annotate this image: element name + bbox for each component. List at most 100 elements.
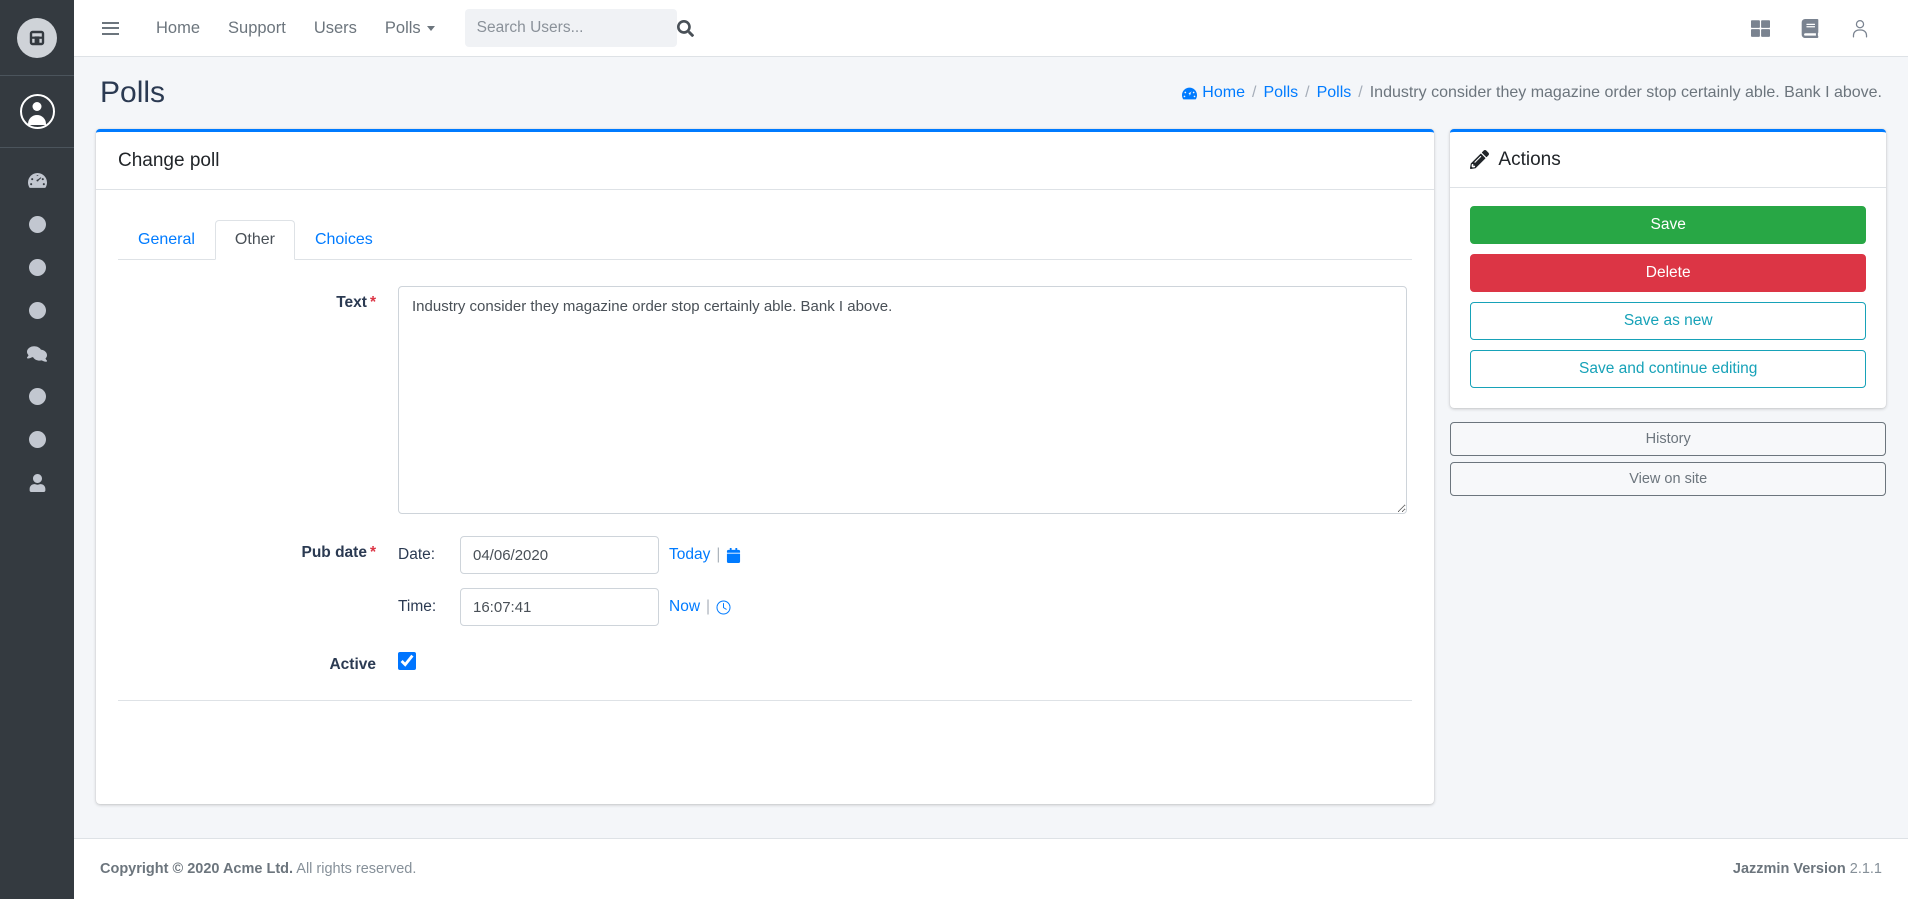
clock-icon[interactable] — [716, 599, 731, 615]
date-shortcuts: Today | — [669, 546, 741, 564]
time-row: Time: Now | — [398, 588, 741, 626]
history-button[interactable]: History — [1450, 422, 1886, 456]
calendar-icon[interactable] — [726, 547, 741, 563]
circle-icon — [28, 216, 46, 233]
search-icon — [676, 19, 694, 37]
footer-version-number: 2.1.1 — [1849, 861, 1882, 877]
save-button[interactable]: Save — [1470, 206, 1866, 244]
breadcrumb-home-link[interactable]: Home — [1182, 84, 1245, 102]
label-text: Text * — [118, 286, 398, 312]
page-footer: Copyright © 2020 Acme Ltd. All rights re… — [74, 838, 1908, 899]
sidebar-item-dashboard[interactable] — [0, 160, 74, 203]
logo-glyph — [29, 30, 45, 45]
avatar-head — [32, 102, 42, 111]
label-active: Active — [329, 656, 376, 673]
field-row-pub-date: Pub date* Date: Today | — [118, 536, 1412, 626]
search-input[interactable] — [476, 19, 677, 37]
user-circle-icon — [19, 94, 55, 129]
search-box[interactable] — [464, 9, 694, 47]
nav-link-polls-label: Polls — [384, 18, 421, 37]
circle-icon — [28, 259, 46, 276]
sidebar-user-panel[interactable] — [0, 76, 74, 148]
pub-time-input[interactable] — [460, 588, 659, 626]
breadcrumb-current-object: Industry consider they magazine order st… — [1369, 84, 1882, 101]
user-outline-icon[interactable] — [1838, 8, 1882, 48]
nav-link-polls[interactable]: Polls — [371, 11, 449, 46]
time-shortcuts: Now | — [669, 598, 731, 616]
footer-copyright-rest: All rights reserved. — [296, 861, 417, 877]
tab-choices[interactable]: Choices — [295, 220, 393, 260]
sidebar-item-2[interactable] — [0, 246, 74, 289]
tachometer-icon — [1182, 87, 1198, 99]
secondary-actions: History View on site — [1450, 422, 1886, 496]
today-link[interactable]: Today — [669, 546, 710, 564]
actions-title: Actions — [1498, 148, 1561, 170]
breadcrumb: Home / Polls / Polls / Industry consider… — [1182, 84, 1882, 102]
sidebar-item-1[interactable] — [0, 203, 74, 246]
tab-general[interactable]: General — [118, 220, 215, 260]
comments-icon — [27, 345, 47, 362]
circle-icon — [28, 388, 46, 405]
sidebar-item-messages[interactable] — [0, 332, 74, 375]
circle-icon — [28, 431, 46, 448]
footer-copyright: Copyright © 2020 Acme Ltd. All rights re… — [100, 861, 416, 877]
delete-button[interactable]: Delete — [1470, 254, 1866, 292]
active-checkbox[interactable] — [398, 652, 416, 670]
label-pub-date-value: Pub date — [301, 544, 367, 561]
breadcrumb-separator: / — [1305, 84, 1310, 101]
save-and-continue-button[interactable]: Save and continue editing — [1470, 350, 1866, 388]
sidebar-item-5[interactable] — [0, 418, 74, 461]
th-large-apps-icon[interactable] — [1738, 8, 1782, 48]
sidebar-nav — [0, 160, 74, 504]
nav-link-support[interactable]: Support — [214, 11, 300, 46]
sidebar-item-3[interactable] — [0, 289, 74, 332]
book-glyph-icon — [1801, 18, 1819, 38]
date-row: Date: Today | — [398, 536, 741, 574]
breadcrumb-home-label: Home — [1202, 84, 1245, 101]
main-content: Change poll General Other Choices Text * … — [74, 129, 1908, 809]
save-as-new-button[interactable]: Save as new — [1470, 302, 1866, 340]
pub-date-input[interactable] — [460, 536, 659, 574]
text-textarea[interactable] — [398, 286, 1407, 514]
side-column: Actions Save Delete Save as new Save and… — [1450, 129, 1886, 809]
breadcrumb-item-polls-model[interactable]: Polls — [1317, 84, 1352, 102]
label-text-value: Text — [336, 294, 367, 311]
form-tabs: General Other Choices — [118, 220, 1413, 260]
now-link[interactable]: Now — [669, 598, 700, 616]
nav-link-users[interactable]: Users — [300, 11, 371, 46]
change-poll-card: Change poll General Other Choices Text * … — [96, 129, 1435, 804]
time-label: Time: — [398, 598, 437, 615]
breadcrumb-separator: / — [1358, 84, 1363, 101]
page-title: Polls — [100, 76, 166, 109]
breadcrumb-item-polls-app[interactable]: Polls — [1263, 84, 1298, 102]
navbar-right-icons — [1738, 8, 1890, 48]
tachometer-dashboard-icon — [27, 173, 47, 188]
footer-version-label: Jazzmin Version — [1732, 861, 1846, 877]
content-header: Polls Home / Polls / Polls / Industry co… — [74, 57, 1908, 129]
label-pub-date: Pub date * — [118, 536, 398, 562]
field-row-text: Text * — [118, 286, 1412, 514]
sidebar-item-4[interactable] — [0, 375, 74, 418]
required-marker: * — [369, 544, 376, 561]
brand-logo-area[interactable] — [0, 0, 74, 76]
form-divider — [118, 700, 1413, 701]
link-divider: | — [716, 546, 721, 563]
nav-link-home[interactable]: Home — [142, 11, 214, 46]
footer-copyright-bold: Copyright © 2020 Acme Ltd. — [100, 861, 294, 877]
card-title: Change poll — [118, 149, 220, 171]
search-submit-button[interactable] — [676, 19, 694, 37]
book-icon[interactable] — [1788, 8, 1832, 48]
user-icon — [29, 473, 45, 492]
tab-other[interactable]: Other — [214, 220, 295, 260]
datetime-block: Date: Today | T — [398, 536, 741, 626]
clock-glyph-icon — [716, 599, 731, 615]
avatar-body — [28, 115, 46, 125]
breadcrumb-separator: / — [1251, 84, 1257, 101]
footer-version: Jazzmin Version 2.1.1 — [1733, 861, 1882, 877]
actions-card: Actions Save Delete Save as new Save and… — [1450, 129, 1886, 408]
actions-body: Save Delete Save as new Save and continu… — [1450, 188, 1886, 408]
user-profile-icon — [1852, 19, 1868, 37]
view-on-site-button[interactable]: View on site — [1450, 462, 1886, 496]
sidebar-item-users[interactable] — [0, 461, 74, 504]
hamburger-menu-icon[interactable] — [92, 10, 128, 46]
